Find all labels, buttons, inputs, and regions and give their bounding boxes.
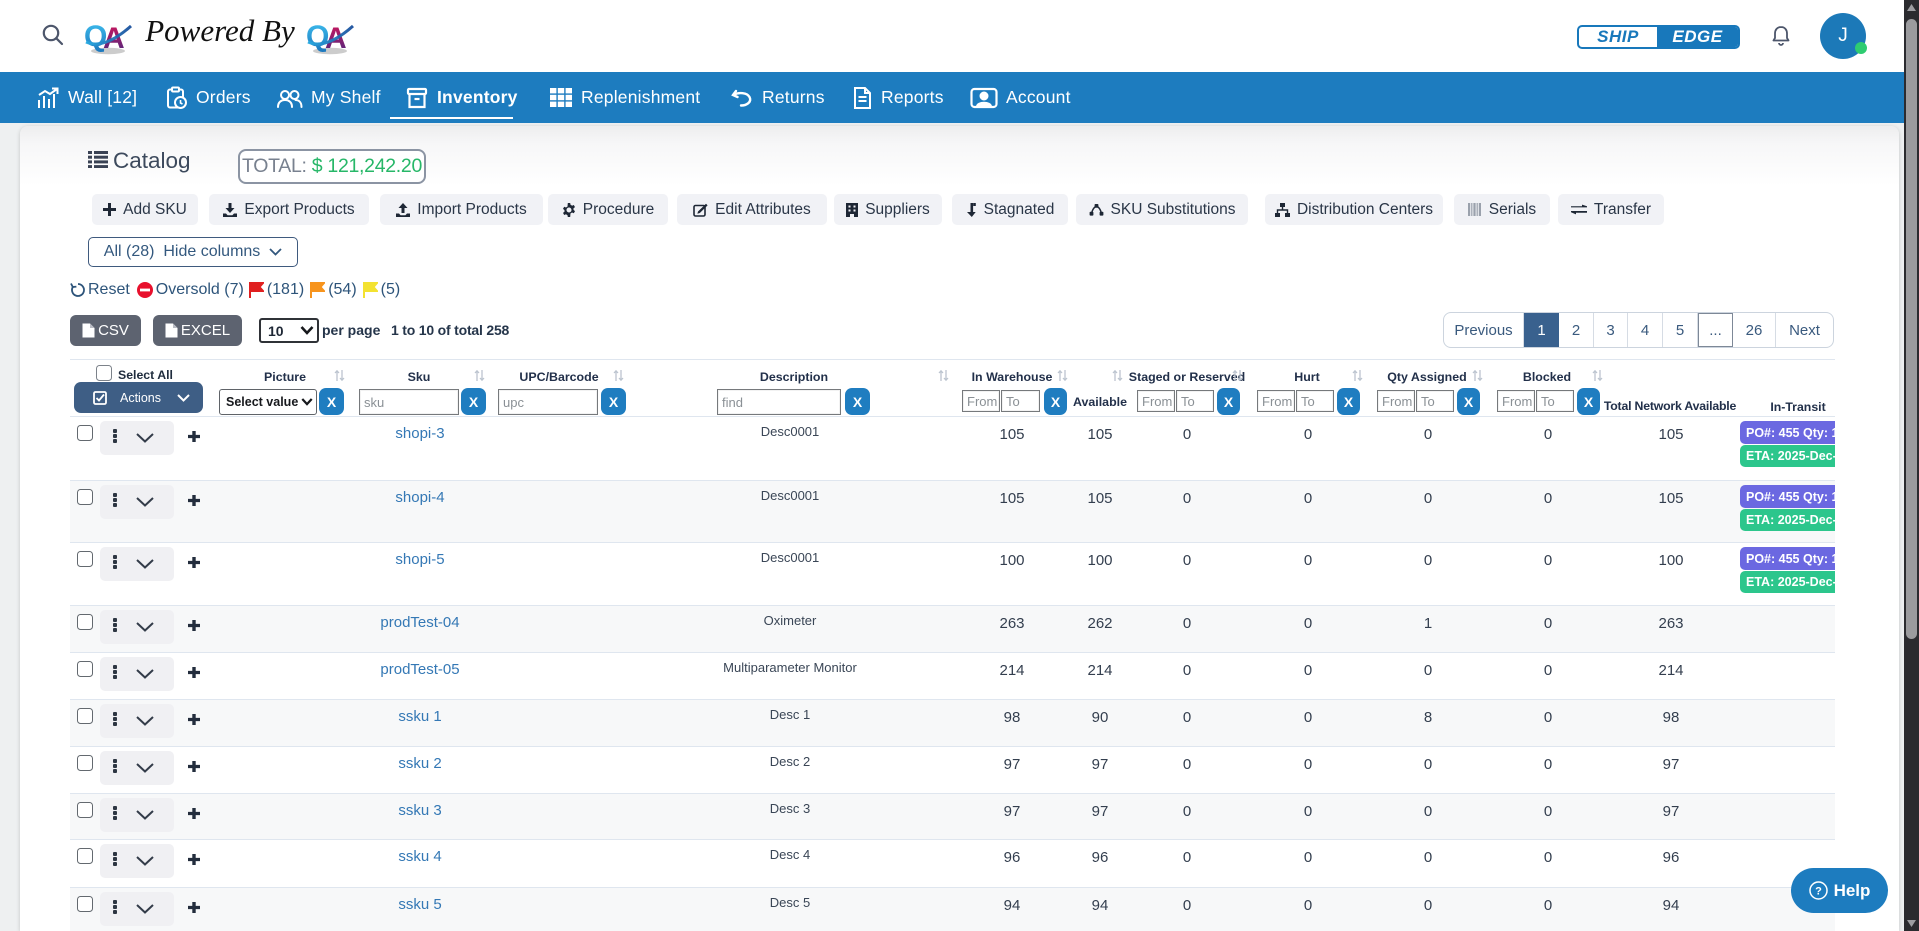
svg-text:?: ?: [1815, 886, 1822, 898]
